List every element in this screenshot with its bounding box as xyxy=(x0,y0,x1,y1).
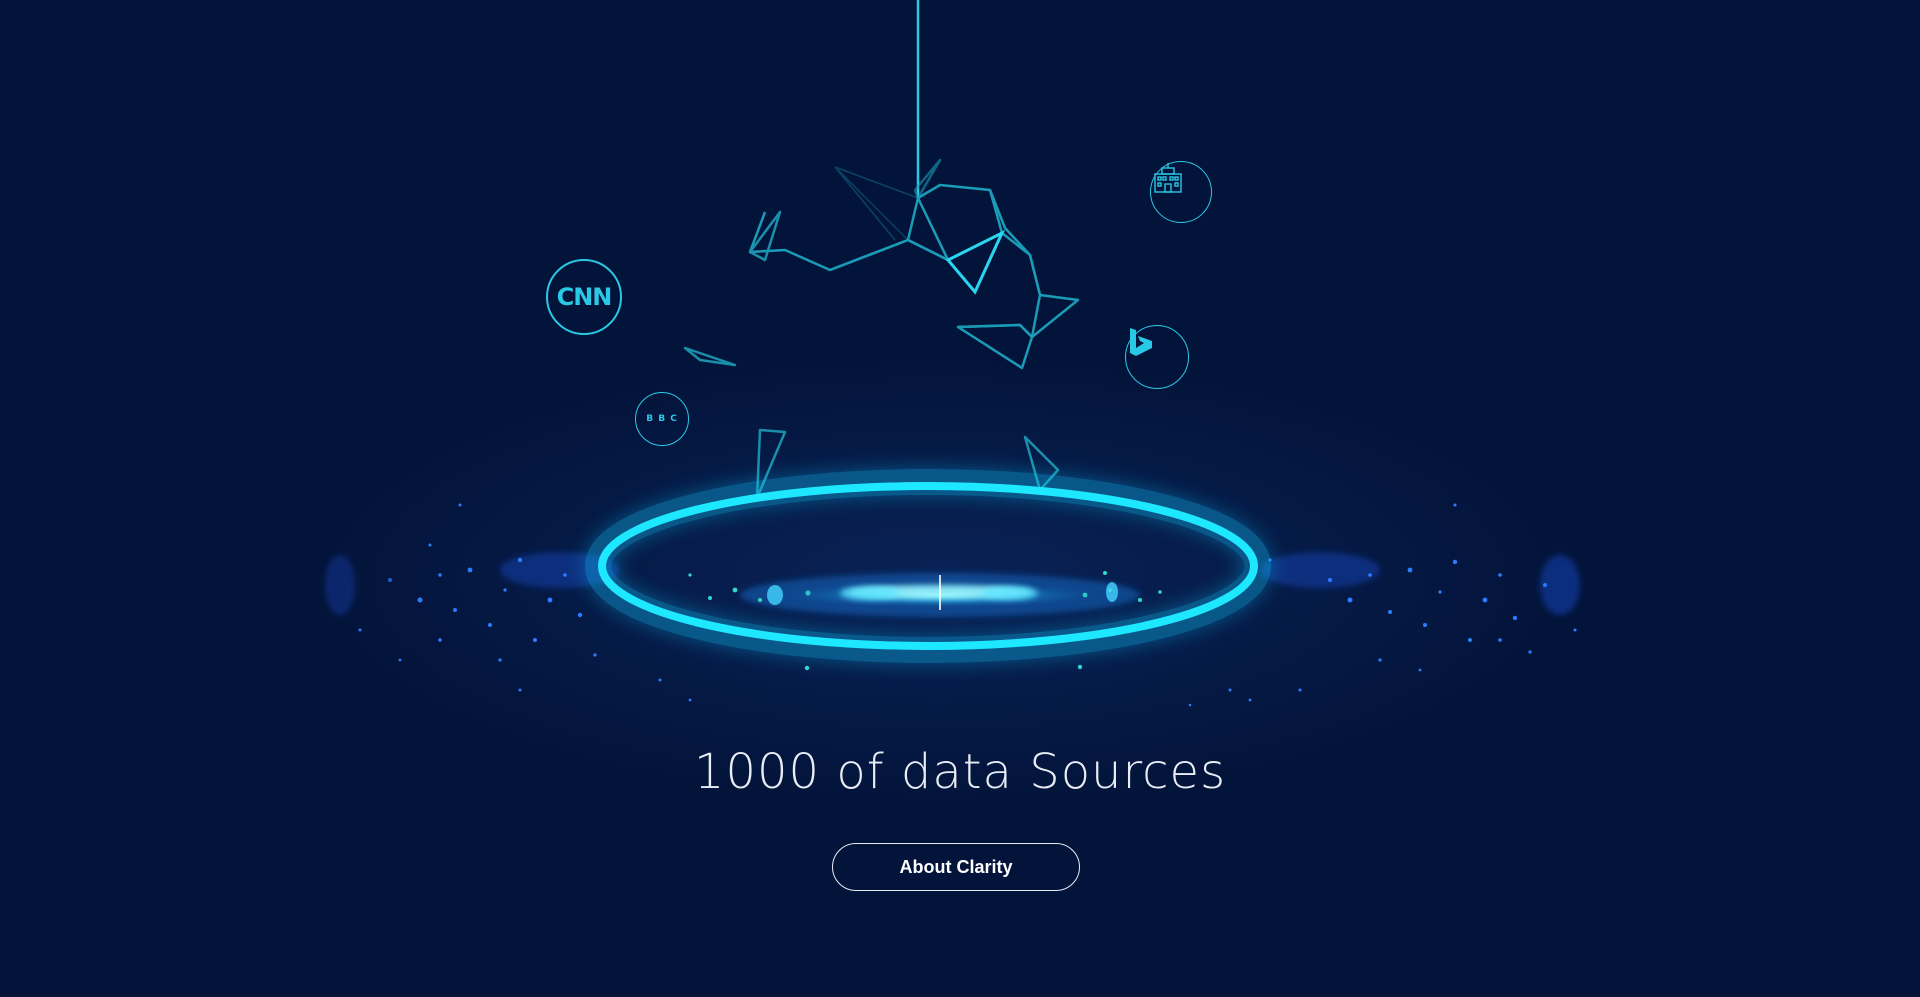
wireframe-polyhedron xyxy=(748,158,1080,370)
bbc-label: B B C xyxy=(646,414,678,424)
building-glyph-icon xyxy=(1154,163,1182,193)
bright-triangle xyxy=(945,229,1006,295)
bing-logo-icon[interactable] xyxy=(1125,325,1189,389)
cnn-label: CNN xyxy=(556,283,613,311)
page-title: 1000 of data Sources xyxy=(693,744,1227,800)
portal-ring xyxy=(585,469,1271,663)
about-clarity-label: About Clarity xyxy=(899,856,1013,877)
bing-icon xyxy=(1130,328,1152,356)
cnn-logo-icon[interactable]: CNN xyxy=(546,259,622,335)
wireframe-faint xyxy=(834,166,919,241)
bbc-logo-icon[interactable]: B B C xyxy=(635,392,689,446)
about-clarity-button[interactable]: About Clarity xyxy=(832,843,1080,891)
building-icon[interactable] xyxy=(1150,161,1212,223)
